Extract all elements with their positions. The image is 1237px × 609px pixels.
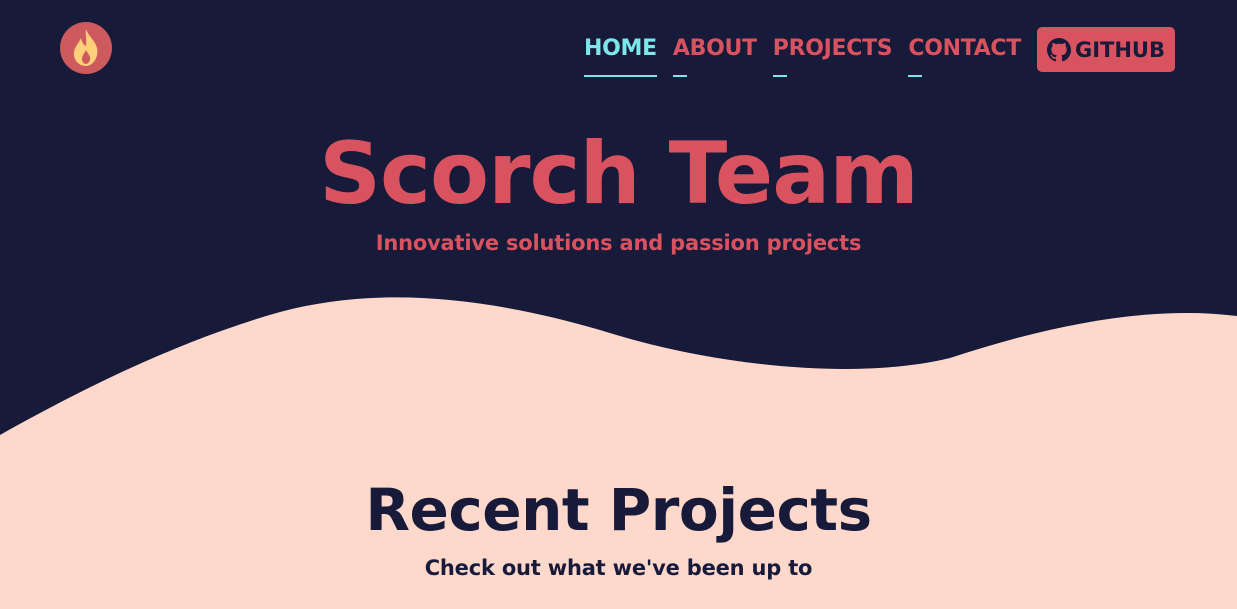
github-icon <box>1046 37 1071 62</box>
page: HOME ABOUT PROJECTS CONTACT GITHUB Scorc… <box>0 0 1237 609</box>
nav-link-projects-label: PROJECTS <box>772 36 893 61</box>
nav-link-about[interactable]: ABOUT <box>672 27 757 77</box>
nav-underline <box>772 75 787 77</box>
github-button[interactable]: GITHUB <box>1036 27 1175 72</box>
main-nav: HOME ABOUT PROJECTS CONTACT GITHUB <box>584 27 1175 77</box>
top-navbar: HOME ABOUT PROJECTS CONTACT GITHUB <box>0 0 1237 100</box>
nav-underline <box>908 75 923 77</box>
logo[interactable] <box>60 22 112 74</box>
nav-underline <box>584 75 657 77</box>
nav-link-contact-label: CONTACT <box>908 36 1021 61</box>
nav-link-home[interactable]: HOME <box>584 27 657 77</box>
nav-link-projects[interactable]: PROJECTS <box>772 27 893 77</box>
hero-title: Scorch Team <box>319 124 919 224</box>
github-button-label: GITHUB <box>1074 37 1165 62</box>
nav-link-contact[interactable]: CONTACT <box>908 27 1021 77</box>
flame-icon <box>73 29 98 66</box>
nav-link-home-label: HOME <box>584 36 657 61</box>
hero-subtitle: Innovative solutions and passion project… <box>375 231 862 255</box>
nav-underline <box>672 75 687 77</box>
nav-link-about-label: ABOUT <box>672 36 757 61</box>
projects-title: Recent Projects <box>365 476 872 544</box>
projects-subtitle: Check out what we've been up to <box>424 556 813 580</box>
